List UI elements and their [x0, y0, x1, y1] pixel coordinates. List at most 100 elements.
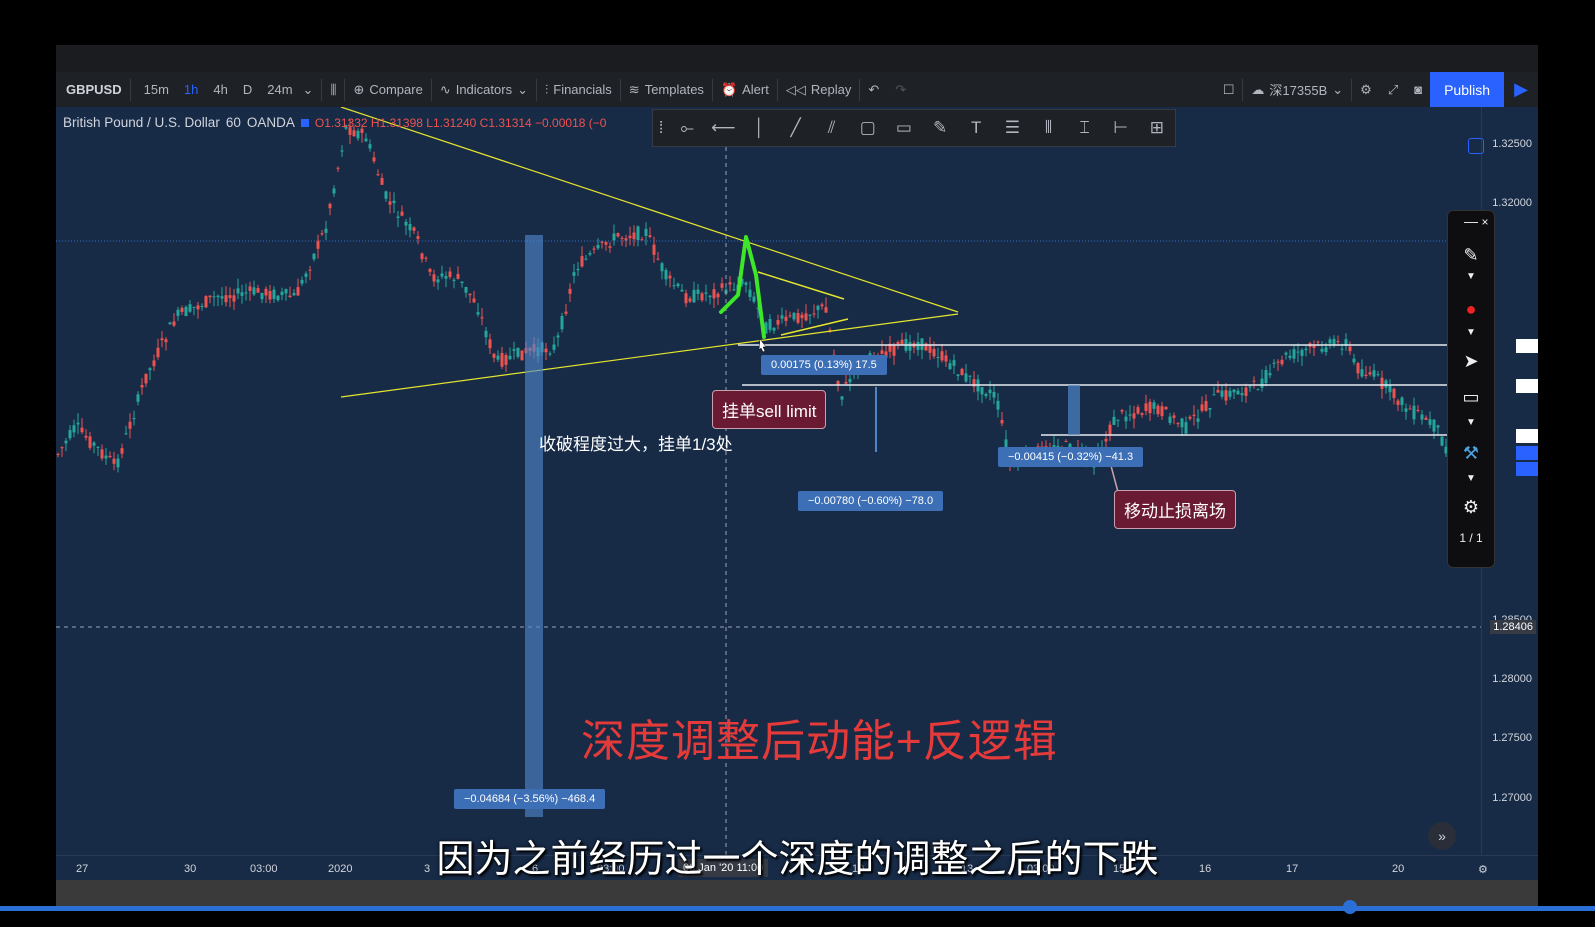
timeframe-24m[interactable]: 24m: [262, 82, 297, 97]
symbol-name: British Pound / U.S. Dollar: [63, 115, 220, 130]
callout-icon[interactable]: ▭: [889, 118, 919, 138]
chart-pane[interactable]: British Pound / U.S. Dollar 60 OANDA O1.…: [56, 107, 1538, 855]
level-tag-2: [1516, 379, 1538, 393]
chevron-down-icon[interactable]: ⌄: [303, 82, 314, 98]
templates-button[interactable]: ≋ Templates: [621, 72, 712, 107]
parallel-channel-icon[interactable]: ⫽: [817, 118, 847, 138]
chevron-down-icon[interactable]: ▼: [1456, 473, 1486, 484]
symbol-source: OANDA: [246, 115, 295, 130]
financials-button[interactable]: ⫶ Financials: [537, 72, 620, 107]
measure-label-2[interactable]: −0.00780 (−0.60%) −78.0: [798, 491, 944, 511]
brush-icon[interactable]: ✎: [925, 118, 955, 138]
price-label: 1.32500: [1492, 138, 1532, 150]
app-window: GBPUSD 15m 1h 4h D 24m ⌄ ⫼ ⊕ Compare ∿ I…: [56, 45, 1538, 910]
layout-button[interactable]: ☐: [1215, 72, 1243, 107]
camera-icon: ◙: [1414, 82, 1423, 97]
callout-sell-limit[interactable]: 挂单sell limit: [712, 390, 827, 429]
rectangle-icon[interactable]: ▢: [853, 118, 883, 138]
timeframe-d[interactable]: D: [238, 82, 257, 97]
replay-button[interactable]: ◁◁ Replay: [778, 72, 859, 107]
chart-type-button[interactable]: ⫼: [322, 72, 344, 107]
fullscreen-icon: ⤢: [1387, 81, 1399, 97]
price-range-icon[interactable]: ⌶: [1070, 118, 1100, 138]
auto-scale-icon[interactable]: [1468, 138, 1484, 154]
whiteboard-icon[interactable]: ▭: [1456, 387, 1486, 408]
timeframe-1h[interactable]: 1h: [179, 82, 203, 97]
flag-lower-line[interactable]: [780, 318, 849, 336]
drag-handle-icon[interactable]: ⁞: [656, 118, 666, 138]
symbol-search[interactable]: GBPUSD: [56, 72, 130, 107]
measure-label-1[interactable]: 0.00175 (0.13%) 17.5: [761, 355, 887, 375]
compare-label: Compare: [369, 82, 423, 97]
fib-icon[interactable]: ☰: [997, 118, 1027, 138]
undo-button[interactable]: ↶: [860, 72, 887, 107]
market-status-dot: [300, 118, 309, 127]
publish-button[interactable]: Publish: [1430, 72, 1504, 107]
chevron-down-icon[interactable]: ▼: [1456, 417, 1486, 428]
indicators-label: Indicators: [455, 82, 513, 97]
symbol-interval: 60: [225, 115, 241, 130]
text-icon[interactable]: T: [961, 118, 991, 138]
price-label: 1.32000: [1492, 197, 1532, 209]
alert-label: Alert: [742, 82, 769, 97]
date-price-range-icon[interactable]: ⊞: [1142, 118, 1172, 138]
pointer-icon[interactable]: ➤: [1456, 351, 1486, 372]
level-tag-4: [1516, 446, 1538, 460]
templates-label: Templates: [644, 82, 704, 97]
gann-icon[interactable]: ⦀: [1033, 118, 1063, 138]
headline-text[interactable]: 深度调整后动能+反逻辑: [581, 705, 1058, 769]
gear-icon: ⚙: [1360, 81, 1372, 97]
financials-label: Financials: [553, 82, 612, 97]
date-range-icon[interactable]: ⊢: [1106, 118, 1136, 138]
cloud-icon: ☁: [1251, 81, 1265, 97]
trendline-icon[interactable]: ╱: [781, 118, 811, 138]
title-strip: [56, 45, 1538, 72]
page-indicator: 1 / 1: [1459, 531, 1483, 545]
color-picker-icon[interactable]: ●: [1456, 299, 1486, 320]
indicators-button[interactable]: ∿ Indicators ⌄: [432, 72, 536, 107]
timeframe-group: 15m 1h 4h D 24m ⌄: [131, 72, 322, 107]
top-toolbar: GBPUSD 15m 1h 4h D 24m ⌄ ⫼ ⊕ Compare ∿ I…: [56, 72, 1538, 107]
video-subtitle: 因为之前经历过一个深度的调整之后的下跌: [436, 839, 1159, 881]
gear-icon[interactable]: ⚙: [1456, 497, 1486, 518]
vertical-line-icon[interactable]: │: [744, 118, 774, 138]
crosshair-price-label: 1.28406: [1490, 620, 1536, 634]
level-tag-5: [1516, 462, 1538, 476]
close-icon[interactable]: ×: [1478, 215, 1492, 229]
chevron-down-icon[interactable]: ▼: [1456, 327, 1486, 338]
redo-button[interactable]: ↷: [887, 72, 914, 107]
flag-upper-line[interactable]: [757, 271, 845, 300]
horizontal-line-icon[interactable]: ⟵: [708, 118, 738, 138]
callout-trailing-stop[interactable]: 移动止损离场: [1114, 490, 1236, 529]
settings-button[interactable]: ⚙: [1352, 72, 1380, 107]
ohlc-values: O1.31332 H1.31398 L1.31240 C1.31314 −0.0…: [314, 115, 607, 130]
candles-icon: ⫼: [330, 81, 337, 97]
hand-drawn-green-stroke: [719, 235, 766, 339]
price-label: 1.27000: [1492, 792, 1532, 804]
level-tag-3: [1516, 429, 1538, 443]
chevron-down-icon: ⌄: [1332, 81, 1344, 97]
snapshot-button[interactable]: ◙: [1406, 72, 1430, 107]
fullscreen-button[interactable]: ⤢: [1380, 72, 1406, 107]
measure-label-4[interactable]: −0.04684 (−3.56%) −468.4: [454, 789, 606, 809]
breakout-note[interactable]: 收破程度过大，挂单1/3处: [539, 430, 733, 455]
pen-tool-panel: — × ✎ ▼ ● ▼ ➤ ▭ ▼ ⚒ ▼ ⚙ 1 / 1: [1447, 210, 1495, 568]
horizontal-ray-icon[interactable]: ⟜: [672, 118, 702, 138]
progress-handle[interactable]: [1343, 900, 1357, 914]
hammer-icon[interactable]: ⚒: [1456, 443, 1486, 464]
alert-button[interactable]: ⏰ Alert: [713, 72, 777, 107]
price-label: 1.27500: [1492, 732, 1532, 744]
redo-icon: ↷: [895, 81, 907, 97]
chevron-down-icon[interactable]: ▼: [1456, 271, 1486, 282]
plus-circle-icon: ⊕: [353, 81, 365, 97]
play-button[interactable]: ▶: [1504, 72, 1538, 107]
price-label: 1.28000: [1492, 673, 1532, 685]
timeframe-15m[interactable]: 15m: [139, 82, 174, 97]
timeframe-4h[interactable]: 4h: [208, 82, 232, 97]
pencil-icon[interactable]: ✎: [1456, 245, 1486, 266]
measure-bar-long[interactable]: [525, 235, 543, 817]
measure-bar-small[interactable]: [1068, 385, 1080, 435]
measure-label-3[interactable]: −0.00415 (−0.32%) −41.3: [998, 447, 1144, 467]
layout-name-dropdown[interactable]: ☁ 深17355B ⌄: [1243, 72, 1351, 107]
compare-button[interactable]: ⊕ Compare: [345, 72, 430, 107]
